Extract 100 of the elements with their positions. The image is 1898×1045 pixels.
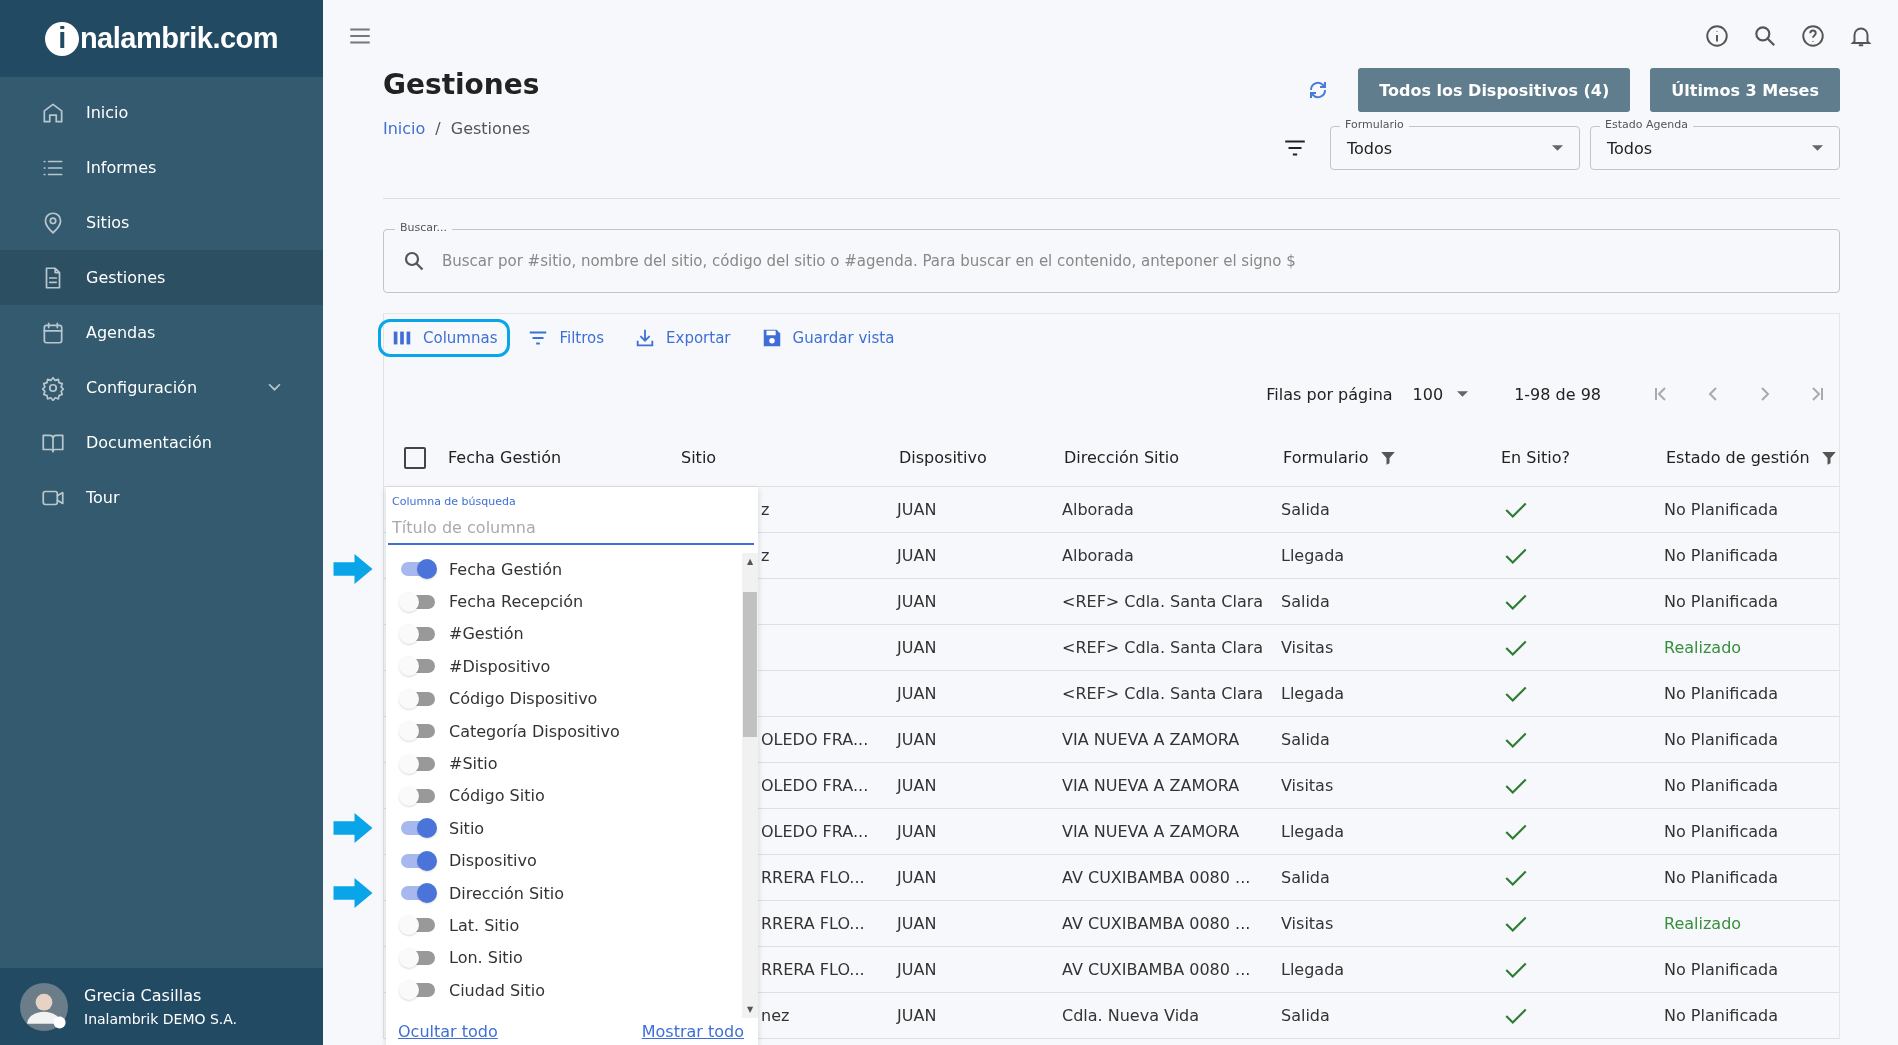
toggle-switch[interactable]	[401, 562, 435, 577]
table-cell: AV CUXIBAMBA 0080 ...	[1062, 960, 1251, 979]
table-cell: RRERA FLO...	[761, 960, 865, 979]
toggle-switch[interactable]	[401, 950, 435, 965]
toggle-switch[interactable]	[401, 886, 435, 901]
filter-button[interactable]: Todos los Dispositivos (4)	[1358, 68, 1631, 112]
toggle-switch[interactable]	[401, 918, 435, 933]
status-text: No Planificada	[1664, 730, 1778, 749]
hide-all-link[interactable]: Ocultar todo	[398, 1022, 498, 1041]
toggle-switch[interactable]	[401, 594, 435, 609]
column-toggle-item[interactable]: Fecha Gestión	[322, 553, 742, 586]
toggle-switch[interactable]	[401, 983, 435, 998]
column-header[interactable]: Fecha Gestión	[448, 448, 562, 467]
select-all-checkbox[interactable]	[404, 446, 426, 469]
scroll-down-arrow[interactable]: ▼	[746, 1001, 754, 1018]
caret-icon	[1552, 145, 1563, 151]
column-toggle-item[interactable]: Fecha Recepción	[322, 585, 742, 618]
toggle-switch[interactable]	[401, 724, 435, 739]
company-name: Inalambrik DEMO S.A.	[84, 1011, 238, 1027]
table-cell: Visitas	[1281, 914, 1334, 933]
sidebar-item[interactable]: Tour	[0, 470, 323, 525]
toggle-switch[interactable]	[401, 788, 435, 803]
column-toggle-item[interactable]: #Gestión	[322, 617, 742, 651]
sidebar-item[interactable]: Gestiones	[0, 250, 323, 305]
logo: i nalambrik.com	[44, 21, 279, 56]
column-header[interactable]: Estado de gestión	[1666, 448, 1810, 467]
status-text: No Planificada	[1664, 1006, 1778, 1025]
column-toggle-item[interactable]: Ciudad Sitio	[322, 974, 742, 1007]
column-toggle-item[interactable]: Código Dispositivo	[322, 682, 742, 715]
table-cell: JUAN	[897, 822, 937, 841]
column-toggle-item[interactable]: Lon. Sitio	[322, 941, 742, 975]
table-cell: JUAN	[897, 500, 937, 519]
toolbar-button[interactable]: Columnas	[378, 319, 511, 357]
column-toggle-item[interactable]: Sitio	[322, 812, 742, 845]
status-text: Realizado	[1664, 914, 1742, 933]
toggle-switch[interactable]	[401, 821, 435, 836]
column-header[interactable]: Formulario	[1283, 448, 1369, 467]
status-text: No Planificada	[1664, 822, 1778, 841]
scroll-up-arrow[interactable]: ▲	[746, 553, 754, 570]
column-header[interactable]: Sitio	[681, 448, 717, 467]
search-field[interactable]: Buscar por #sitio, nombre del sitio, código del sitio o #agenda. Para buscar en el contenido, anteponer el signo $	[440, 251, 1821, 271]
column-toggle-item[interactable]: Código Sitio	[322, 779, 742, 813]
status-text: No Planificada	[1664, 776, 1778, 795]
table-cell: JUAN	[897, 1006, 937, 1025]
toggle-switch[interactable]	[401, 659, 435, 674]
sidebar-item[interactable]: Agendas	[0, 305, 323, 360]
settings-icon	[40, 374, 66, 401]
breadcrumb-link[interactable]: Inicio	[383, 119, 426, 138]
table-cell: OLEDO FRA...	[761, 730, 869, 749]
field-label: Buscar...	[395, 221, 453, 234]
column-search-box[interactable]: Columna de búsqueda Título de columna	[388, 487, 754, 545]
field-label: Estado Agenda	[1600, 118, 1693, 131]
sidebar-item[interactable]: Configuración	[0, 360, 323, 415]
toolbar-button[interactable]: Filtros	[514, 319, 618, 357]
toggle-switch[interactable]	[401, 756, 435, 771]
sidebar-item[interactable]: Documentación	[0, 415, 323, 470]
field-label: Columna de búsqueda	[392, 495, 517, 508]
show-all-link[interactable]: Mostrar todo	[641, 1022, 744, 1041]
table-cell: JUAN	[897, 730, 937, 749]
status-text: Realizado	[1664, 638, 1742, 657]
search-icon[interactable]	[1752, 23, 1778, 49]
table-cell: Llegada	[1281, 960, 1345, 979]
table-cell: Visitas	[1281, 776, 1334, 795]
breadcrumb-separator: /	[435, 119, 441, 138]
status-text: No Planificada	[1664, 868, 1778, 887]
column-header[interactable]: Dispositivo	[899, 448, 987, 467]
scrollbar[interactable]: ▲ ▼	[742, 553, 758, 1018]
column-toggle-item[interactable]: Dispositivo	[322, 844, 742, 877]
toggle-switch[interactable]	[401, 691, 435, 706]
calendar-icon	[40, 319, 66, 346]
column-toggle-item[interactable]: Lat. Sitio	[322, 909, 742, 942]
status-text: No Planificada	[1664, 500, 1778, 519]
column-toggle-item[interactable]: Dirección Sitio	[322, 876, 742, 910]
column-header[interactable]: En Sitio?	[1501, 448, 1570, 467]
toolbar-button[interactable]: Exportar	[621, 319, 744, 357]
table-cell: JUAN	[897, 546, 937, 565]
filter-button[interactable]: Últimos 3 Meses	[1650, 68, 1840, 112]
status-text: No Planificada	[1664, 592, 1778, 611]
column-toggle-item[interactable]: Categoría Dispositivo	[322, 714, 742, 748]
sidebar-item[interactable]: Inicio	[0, 85, 323, 140]
help-icon[interactable]	[1800, 23, 1826, 49]
caret-icon	[1457, 391, 1469, 397]
rows-per-page-select[interactable]: 100	[1412, 384, 1469, 404]
table-cell: <REF> Cdla. Santa Clara	[1062, 684, 1264, 703]
sidebar-item[interactable]: Sitios	[0, 195, 323, 250]
toggle-switch[interactable]	[401, 626, 435, 641]
column-toggle-item[interactable]: #Dispositivo	[322, 650, 742, 683]
table-cell: Llegada	[1281, 546, 1345, 565]
page-title: Gestiones	[383, 68, 540, 101]
column-toggle-item[interactable]: #Sitio	[322, 747, 742, 780]
status-text: No Planificada	[1664, 546, 1778, 565]
table-cell: Salida	[1281, 592, 1330, 611]
table-cell: z	[761, 546, 770, 565]
info-icon[interactable]	[1704, 23, 1730, 49]
toggle-switch[interactable]	[401, 853, 435, 868]
toolbar-button[interactable]: Guardar vista	[747, 319, 908, 357]
column-header[interactable]: Dirección Sitio	[1064, 448, 1179, 467]
sidebar-item[interactable]: Informes	[0, 140, 323, 195]
breadcrumb-current: Gestiones	[450, 119, 531, 138]
table-cell: <REF> Cdla. Santa Clara	[1062, 638, 1264, 657]
